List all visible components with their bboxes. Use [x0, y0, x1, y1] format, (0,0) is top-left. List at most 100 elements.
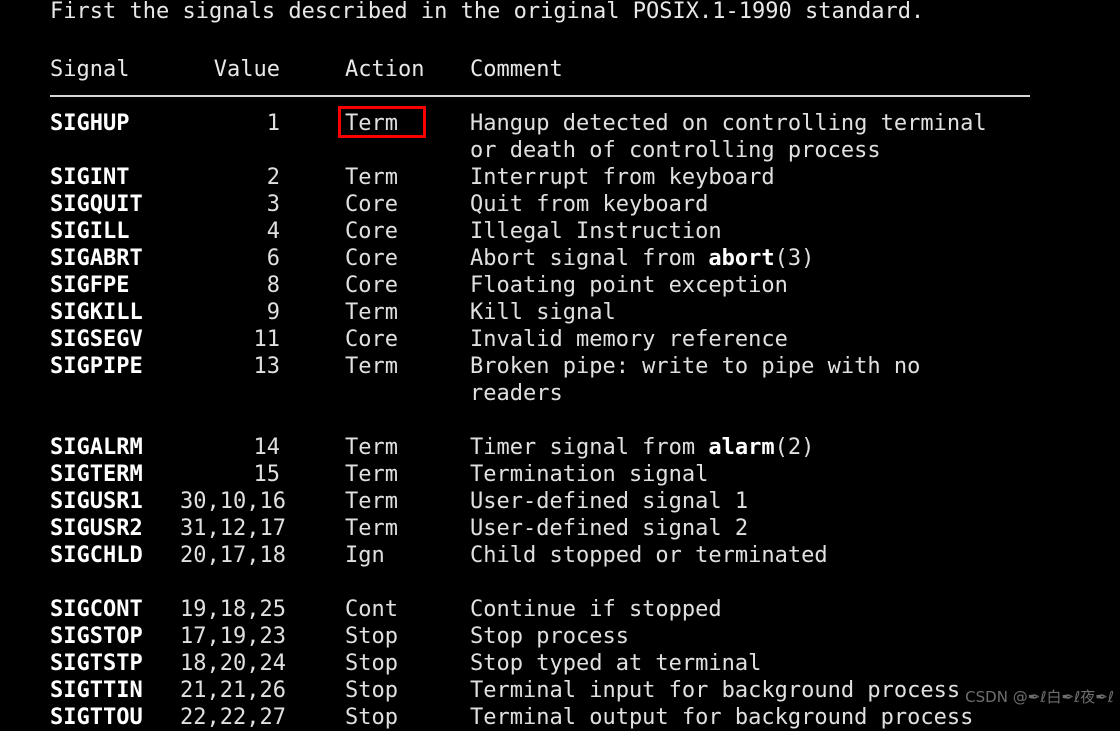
cell-signal-name: SIGILL: [50, 219, 130, 244]
cell-signal-value: 17,19,23: [180, 624, 286, 649]
cell-signal-value: 8: [266, 273, 280, 298]
table-row[interactable]: SIGFPE 8 Core Floating point exception: [0, 272, 1120, 299]
cell-signal-value: 19,18,25: [180, 597, 286, 622]
cell-signal-comment: Abort signal from abort(3): [470, 246, 815, 271]
cell-signal-name: SIGPIPE: [50, 354, 143, 379]
cell-signal-name: SIGUSR2: [50, 516, 143, 541]
cell-signal-name: SIGTERM: [50, 462, 143, 487]
table-row[interactable]: SIGTTIN 21,21,26 Stop Terminal input for ba…: [0, 677, 1120, 704]
table-header-row: Signal Value Action Comment: [0, 56, 1120, 83]
table-row[interactable]: SIGCONT 19,18,25 Cont Continue if stopped: [0, 596, 1120, 623]
cell-signal-comment: Continue if stopped: [470, 597, 722, 622]
cell-signal-comment: User-defined signal 2: [470, 516, 749, 541]
table-row[interactable]: SIGSTOP 17,19,23 Stop Stop process: [0, 623, 1120, 650]
cell-signal-value: 30,10,16: [180, 489, 286, 514]
table-row[interactable]: SIGTSTP 18,20,24 Stop Stop typed at termina…: [0, 650, 1120, 677]
cell-signal-name: SIGINT: [50, 165, 130, 190]
header-value: Value: [213, 57, 280, 82]
cell-signal-action-highlighted: Term: [345, 111, 398, 136]
cell-signal-name: SIGFPE: [50, 273, 130, 298]
cell-signal-value: 6: [266, 246, 280, 271]
cell-signal-value: 13: [253, 354, 281, 379]
comment-function-name: alarm: [708, 435, 775, 460]
table-row[interactable]: SIGTTOU 22,22,27 Stop Terminal output for b…: [0, 704, 1120, 731]
comment-function-name: abort: [708, 246, 775, 271]
cell-signal-name: SIGTSTP: [50, 651, 143, 676]
cell-signal-comment: Quit from keyboard: [470, 192, 709, 217]
cell-signal-action: Ign: [345, 543, 385, 568]
cell-signal-value: 31,12,17: [180, 516, 286, 541]
cell-signal-value: 4: [266, 219, 280, 244]
cell-signal-name: SIGQUIT: [50, 192, 143, 217]
table-row[interactable]: SIGKILL 9 Term Kill signal: [0, 299, 1120, 326]
cell-signal-value: 1: [266, 111, 280, 136]
cell-signal-action: Core: [345, 273, 398, 298]
cell-signal-value: 20,17,18: [180, 543, 286, 568]
cell-signal-comment: Terminal input for background process: [470, 678, 961, 703]
cell-signal-comment: Termination signal: [470, 462, 709, 487]
cell-signal-action: Term: [345, 165, 398, 190]
cell-signal-value: 18,20,24: [180, 651, 286, 676]
cell-signal-action: Core: [345, 219, 398, 244]
cell-signal-name: SIGHUP: [50, 111, 130, 136]
cell-signal-action: Core: [345, 192, 398, 217]
cell-signal-comment: User-defined signal 1: [470, 489, 749, 514]
cell-signal-name: SIGTTOU: [50, 705, 143, 730]
cell-signal-value: 15: [253, 462, 281, 487]
cell-signal-value: 3: [266, 192, 280, 217]
cell-signal-action: Stop: [345, 705, 398, 730]
cell-signal-comment: Stop process: [470, 624, 629, 649]
cell-signal-action: Stop: [345, 678, 398, 703]
cell-signal-value: 11: [253, 327, 281, 352]
cell-signal-name: SIGSEGV: [50, 327, 143, 352]
table-row[interactable]: SIGTERM 15 Term Termination signal: [0, 461, 1120, 488]
cell-signal-action: Term: [345, 462, 398, 487]
table-row[interactable]: SIGQUIT 3 Core Quit from keyboard: [0, 191, 1120, 218]
cell-signal-comment: Illegal Instruction: [470, 219, 722, 244]
cell-signal-comment: Interrupt from keyboard: [470, 165, 775, 190]
cell-signal-value: 9: [266, 300, 280, 325]
cell-signal-value: 21,21,26: [180, 678, 286, 703]
cell-signal-action: Term: [345, 489, 398, 514]
cell-signal-action: Cont: [345, 597, 398, 622]
header-signal: Signal: [50, 57, 130, 82]
table-row[interactable]: SIGHUP 1 Term Hangup detected on controllin…: [0, 110, 1120, 137]
cell-signal-comment: Kill signal: [470, 300, 616, 325]
table-row[interactable]: SIGABRT 6 Core Abort signal from abort(3): [0, 245, 1120, 272]
cell-signal-name: SIGCONT: [50, 597, 143, 622]
cell-signal-comment: Invalid memory reference: [470, 327, 788, 352]
table-row[interactable]: SIGSEGV 11 Core Invalid memory reference: [0, 326, 1120, 353]
cell-signal-name: SIGUSR1: [50, 489, 143, 514]
cell-signal-comment: Child stopped or terminated: [470, 543, 828, 568]
header-action: Action: [345, 57, 425, 82]
cell-signal-action: Term: [345, 300, 398, 325]
cell-signal-name: SIGABRT: [50, 246, 143, 271]
intro-text: First the signals described in the origi…: [50, 0, 925, 24]
terminal-screen: First the signals described in the origi…: [0, 0, 1120, 730]
cell-signal-action: Term: [345, 354, 398, 379]
cell-signal-comment: Broken pipe: write to pipe with no: [470, 354, 921, 379]
table-row[interactable]: SIGALRM 14 Term Timer signal from alarm(2): [0, 434, 1120, 461]
cell-signal-action: Core: [345, 327, 398, 352]
cell-signal-comment: Stop typed at terminal: [470, 651, 762, 676]
cell-signal-comment: Terminal output for background process: [470, 705, 974, 730]
cell-signal-name: SIGCHLD: [50, 543, 143, 568]
watermark: CSDN @✒ℓ白✒ℓ夜✒ℓ: [965, 688, 1114, 706]
table-row[interactable]: SIGUSR2 31,12,17 Term User-defined signal 2: [0, 515, 1120, 542]
cell-signal-name: SIGSTOP: [50, 624, 143, 649]
table-row[interactable]: SIGINT 2 Term Interrupt from keyboard: [0, 164, 1120, 191]
cell-signal-name: SIGALRM: [50, 435, 143, 460]
cell-signal-comment: Timer signal from alarm(2): [470, 435, 815, 460]
cell-signal-action: Stop: [345, 624, 398, 649]
cell-signal-value: 14: [253, 435, 281, 460]
table-row[interactable]: SIGCHLD 20,17,18 Ign Child stopped or termi…: [0, 542, 1120, 569]
cell-signal-comment-continued: readers: [470, 381, 563, 406]
table-row[interactable]: SIGILL 4 Core Illegal Instruction: [0, 218, 1120, 245]
cell-signal-action: Stop: [345, 651, 398, 676]
header-comment: Comment: [470, 57, 563, 82]
cell-signal-action: Core: [345, 246, 398, 271]
cell-signal-value: 2: [266, 165, 280, 190]
cell-signal-comment: Hangup detected on controlling terminal: [470, 111, 987, 136]
table-row[interactable]: SIGPIPE 13 Term Broken pipe: write to pipe …: [0, 353, 1120, 380]
table-row[interactable]: SIGUSR1 30,10,16 Term User-defined signal 1: [0, 488, 1120, 515]
